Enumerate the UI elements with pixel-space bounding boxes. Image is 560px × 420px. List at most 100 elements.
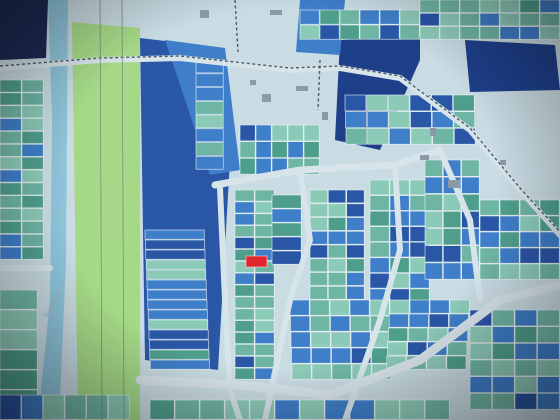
parcel <box>446 355 467 370</box>
parcel <box>537 342 560 360</box>
parcel <box>499 231 520 248</box>
parcel <box>0 221 22 234</box>
parcel <box>346 189 365 204</box>
parcel <box>271 222 302 237</box>
parcel <box>254 284 275 297</box>
parcel <box>369 241 390 258</box>
parcel <box>86 394 108 420</box>
parcel <box>537 392 560 410</box>
parcel <box>0 234 22 247</box>
parcel <box>234 332 255 344</box>
parcel <box>254 213 275 226</box>
parcel <box>410 128 433 145</box>
parcel <box>254 201 275 214</box>
parcel <box>346 203 365 218</box>
parcel <box>309 258 328 272</box>
parcel <box>0 79 22 93</box>
building-footprint-icon <box>262 94 271 102</box>
parcel <box>350 315 371 332</box>
parcel <box>234 272 255 285</box>
parcel <box>339 24 360 40</box>
parcel <box>234 201 255 214</box>
parcel <box>327 217 347 231</box>
parcel <box>327 244 347 259</box>
parcel <box>359 9 380 25</box>
parcel <box>419 0 440 13</box>
parcel <box>254 332 275 344</box>
parcel <box>271 141 288 158</box>
dark-parcel-corner <box>0 0 48 60</box>
parcel <box>147 289 207 300</box>
parcel <box>21 79 44 93</box>
parcel <box>387 341 408 356</box>
parcel <box>452 94 475 112</box>
parcel <box>479 215 500 232</box>
parcel <box>442 245 462 263</box>
parcel <box>0 169 22 183</box>
parcel <box>519 247 540 264</box>
parcel <box>499 247 520 264</box>
parcel <box>195 101 224 115</box>
parcel <box>327 189 347 204</box>
parcel <box>327 285 347 300</box>
parcel <box>461 176 480 194</box>
parcel <box>0 182 22 196</box>
parcel <box>255 158 272 175</box>
parcel <box>537 359 560 377</box>
parcel <box>379 24 400 40</box>
parcel <box>499 199 520 216</box>
parcel <box>309 299 330 316</box>
parcel <box>366 94 388 112</box>
parcel <box>519 26 540 40</box>
parcel <box>0 329 38 350</box>
parcel <box>424 159 443 177</box>
parcel <box>461 159 480 177</box>
building-footprint-icon <box>270 10 282 15</box>
parcel <box>234 344 255 356</box>
parcel <box>469 359 493 377</box>
parcel <box>21 92 44 106</box>
parcel <box>195 128 224 143</box>
parcel <box>346 217 365 231</box>
parcel <box>310 315 331 332</box>
parcel <box>408 313 429 328</box>
parcel <box>327 272 347 286</box>
parcel <box>499 215 520 232</box>
cadastral-map[interactable]: Бульвар <box>0 0 560 420</box>
map-canvas[interactable]: Бульвар <box>0 0 560 420</box>
parcel <box>145 259 206 270</box>
parcel <box>309 244 328 259</box>
parcel-blue-navy-top-right <box>465 40 560 92</box>
parcel <box>492 309 515 327</box>
parcel <box>374 399 400 420</box>
parcel <box>388 313 409 328</box>
parcel <box>0 394 22 420</box>
parcel <box>239 141 256 158</box>
parcel <box>330 331 351 348</box>
parcel <box>479 13 500 27</box>
parcel <box>149 359 210 370</box>
parcel <box>195 142 224 156</box>
parcel <box>479 263 500 280</box>
parcel <box>21 195 44 209</box>
parcel <box>309 217 328 231</box>
parcel <box>366 111 389 128</box>
parcel <box>514 359 538 377</box>
parcel <box>388 327 408 342</box>
parcel <box>539 13 560 27</box>
parcel <box>42 394 65 420</box>
parcel <box>271 194 302 209</box>
parcel <box>346 285 365 300</box>
selected-parcel-marker[interactable] <box>245 255 268 268</box>
parcel <box>409 299 430 314</box>
parcel <box>0 309 38 330</box>
parcel <box>195 73 224 88</box>
parcel <box>369 272 390 289</box>
parcel <box>399 399 425 420</box>
parcel <box>234 225 255 238</box>
parcel <box>199 399 225 420</box>
parcel <box>331 347 352 364</box>
parcel <box>303 141 320 158</box>
parcel <box>346 244 365 259</box>
parcel <box>388 111 410 128</box>
